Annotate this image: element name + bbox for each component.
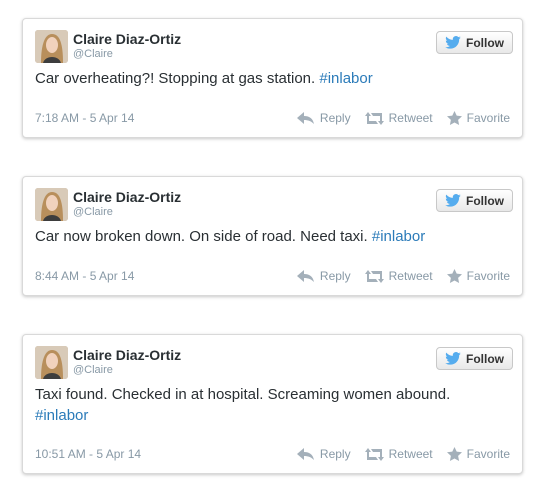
- retweet-icon: [364, 447, 384, 461]
- favorite-label: Favorite: [466, 447, 510, 461]
- retweet-label: Retweet: [388, 111, 433, 125]
- tweet-footer: 8:44 AM - 5 Apr 14 Reply Retweet Favorit…: [35, 269, 510, 283]
- follow-label: Follow: [466, 351, 504, 366]
- author-handle[interactable]: @Claire: [73, 206, 113, 218]
- follow-label: Follow: [466, 193, 504, 208]
- tweet-card: Claire Diaz-Ortiz @Claire Follow Car now…: [22, 176, 523, 296]
- hashtag-link[interactable]: #inlabor: [319, 70, 372, 87]
- retweet-button[interactable]: Retweet: [364, 111, 433, 125]
- star-icon: [446, 269, 462, 283]
- follow-button[interactable]: Follow: [436, 31, 513, 54]
- tweet-footer: 10:51 AM - 5 Apr 14 Reply Retweet Favori…: [35, 447, 510, 461]
- retweet-icon: [364, 111, 384, 125]
- hashtag-link[interactable]: #inlabor: [35, 407, 88, 424]
- avatar[interactable]: [35, 30, 68, 63]
- reply-label: Reply: [319, 269, 351, 283]
- tweet-card: Claire Diaz-Ortiz @Claire Follow Taxi fo…: [22, 334, 523, 474]
- favorite-button[interactable]: Favorite: [446, 111, 510, 125]
- follow-button[interactable]: Follow: [436, 189, 513, 212]
- twitter-bird-icon: [445, 352, 461, 365]
- retweet-label: Retweet: [388, 269, 433, 283]
- tweet-text: Car now broken down. On side of road. Ne…: [35, 226, 508, 247]
- timestamp[interactable]: 10:51 AM - 5 Apr 14: [35, 447, 283, 461]
- tweet-footer: 7:18 AM - 5 Apr 14 Reply Retweet Favorit…: [35, 111, 510, 125]
- timestamp[interactable]: 7:18 AM - 5 Apr 14: [35, 111, 283, 125]
- avatar[interactable]: [35, 188, 68, 221]
- tweet-card: Claire Diaz-Ortiz @Claire Follow Car ove…: [22, 18, 523, 138]
- author-name[interactable]: Claire Diaz-Ortiz: [73, 31, 181, 47]
- favorite-button[interactable]: Favorite: [446, 447, 510, 461]
- tweet-text-body: Car overheating?! Stopping at gas statio…: [35, 70, 316, 87]
- tweet-text-body: Car now broken down. On side of road. Ne…: [35, 228, 368, 245]
- timestamp[interactable]: 8:44 AM - 5 Apr 14: [35, 269, 283, 283]
- follow-button[interactable]: Follow: [436, 347, 513, 370]
- favorite-label: Favorite: [466, 269, 510, 283]
- retweet-label: Retweet: [388, 447, 433, 461]
- reply-arrow-icon: [296, 111, 314, 124]
- tweet-text: Car overheating?! Stopping at gas statio…: [35, 68, 508, 89]
- avatar[interactable]: [35, 346, 68, 379]
- author-handle[interactable]: @Claire: [73, 48, 113, 60]
- twitter-bird-icon: [445, 36, 461, 49]
- star-icon: [446, 111, 462, 125]
- follow-label: Follow: [466, 35, 504, 50]
- tweet-text: Taxi found. Checked in at hospital. Scre…: [35, 384, 508, 426]
- reply-button[interactable]: Reply: [296, 269, 351, 283]
- author-name[interactable]: Claire Diaz-Ortiz: [73, 347, 181, 363]
- reply-label: Reply: [319, 111, 351, 125]
- twitter-bird-icon: [445, 194, 461, 207]
- retweet-icon: [364, 269, 384, 283]
- reply-arrow-icon: [296, 269, 314, 282]
- hashtag-link[interactable]: #inlabor: [372, 228, 425, 245]
- reply-button[interactable]: Reply: [296, 111, 351, 125]
- reply-arrow-icon: [296, 447, 314, 460]
- favorite-button[interactable]: Favorite: [446, 269, 510, 283]
- retweet-button[interactable]: Retweet: [364, 447, 433, 461]
- retweet-button[interactable]: Retweet: [364, 269, 433, 283]
- author-name[interactable]: Claire Diaz-Ortiz: [73, 189, 181, 205]
- reply-button[interactable]: Reply: [296, 447, 351, 461]
- tweet-text-body: Taxi found. Checked in at hospital. Scre…: [35, 386, 451, 403]
- star-icon: [446, 447, 462, 461]
- author-handle[interactable]: @Claire: [73, 364, 113, 376]
- favorite-label: Favorite: [466, 111, 510, 125]
- reply-label: Reply: [319, 447, 351, 461]
